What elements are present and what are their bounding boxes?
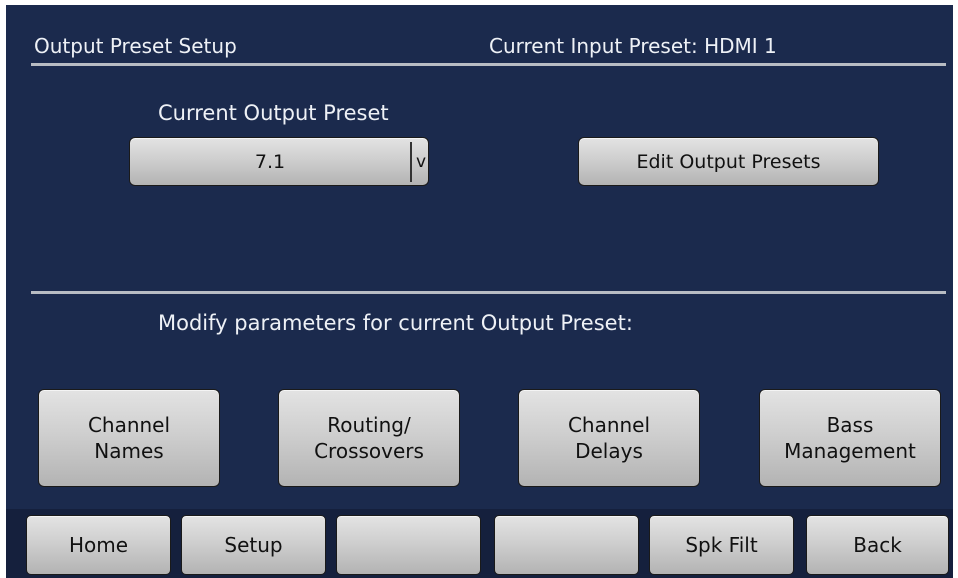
nav-blank-button-2[interactable] [494, 515, 639, 575]
setup-button[interactable]: Setup [181, 515, 326, 575]
current-input-preset-label: Current Input Preset: HDMI 1 [489, 34, 777, 58]
section-divider [31, 291, 946, 294]
channel-names-button[interactable]: Channel Names [38, 389, 220, 487]
output-preset-value: 7.1 [254, 150, 286, 173]
screen: Output Preset Setup Current Input Preset… [6, 5, 953, 578]
chevron-down-icon: v [415, 151, 427, 172]
back-button[interactable]: Back [806, 515, 949, 575]
channel-delays-button[interactable]: Channel Delays [518, 389, 700, 487]
home-button[interactable]: Home [26, 515, 171, 575]
modify-parameters-label: Modify parameters for current Output Pre… [158, 311, 633, 335]
spk-filt-button[interactable]: Spk Filt [649, 515, 794, 575]
header-divider [31, 63, 946, 66]
routing-crossovers-button[interactable]: Routing/ Crossovers [278, 389, 460, 487]
output-preset-dropdown[interactable]: 7.1 v [129, 137, 429, 186]
current-output-preset-label: Current Output Preset [158, 101, 389, 125]
nav-blank-button-1[interactable] [336, 515, 481, 575]
dropdown-divider [410, 142, 412, 182]
edit-output-presets-button[interactable]: Edit Output Presets [578, 137, 879, 186]
page-title: Output Preset Setup [34, 34, 237, 58]
bass-management-button[interactable]: Bass Management [759, 389, 941, 487]
